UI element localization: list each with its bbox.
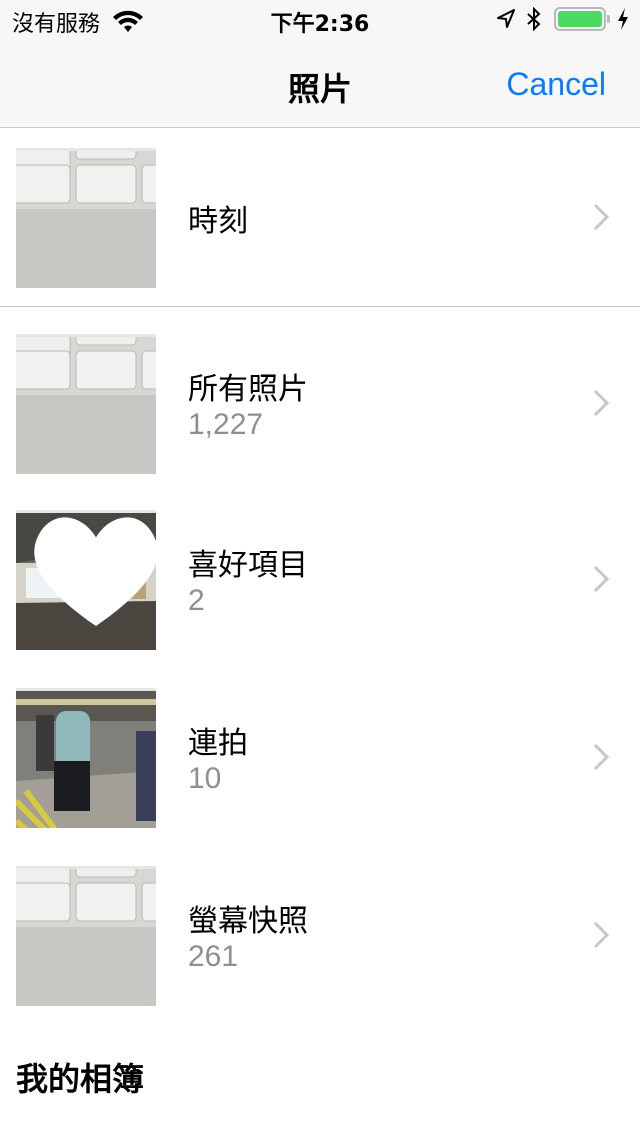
album-thumbnail xyxy=(16,866,156,1006)
album-thumbnail xyxy=(16,510,156,650)
navigation-bar: 照片 Cancel xyxy=(0,40,640,128)
album-count: 1,227 xyxy=(188,408,264,441)
album-row-screenshots[interactable]: 螢幕快照 261 xyxy=(0,846,640,1022)
moments-thumbnail xyxy=(16,148,156,288)
chevron-right-icon xyxy=(593,565,610,593)
crowd-photo xyxy=(16,691,156,828)
album-count: 261 xyxy=(188,940,239,973)
chevron-right-icon xyxy=(593,743,610,771)
album-count: 2 xyxy=(188,584,205,617)
moments-title: 時刻 xyxy=(188,204,248,239)
chevron-right-icon xyxy=(593,203,610,231)
album-title: 螢幕快照 xyxy=(188,904,308,939)
album-count: 10 xyxy=(188,762,222,795)
chevron-right-icon xyxy=(593,921,610,949)
keyboard-photo xyxy=(16,869,156,1006)
charging-bolt-icon xyxy=(618,8,628,30)
album-title: 所有照片 xyxy=(188,372,308,407)
album-thumbnail xyxy=(16,688,156,828)
section-header-my-albums: 我的相簿 xyxy=(16,1060,145,1098)
album-title: 連拍 xyxy=(188,726,248,761)
heart-icon xyxy=(34,517,156,626)
bluetooth-icon xyxy=(527,7,541,31)
battery-icon xyxy=(554,7,610,31)
album-row-bursts[interactable]: 連拍 10 xyxy=(0,668,640,844)
album-row-favorites[interactable]: 喜好項目 2 xyxy=(0,490,640,666)
album-title: 喜好項目 xyxy=(188,548,308,583)
status-bar: 沒有服務 下午2:36 xyxy=(0,0,640,40)
album-thumbnail xyxy=(16,334,156,474)
moments-row[interactable]: 時刻 xyxy=(0,128,640,304)
location-arrow-icon xyxy=(497,9,515,28)
keyboard-photo xyxy=(16,151,156,288)
cancel-button[interactable]: Cancel xyxy=(506,66,606,103)
keyboard-photo xyxy=(16,337,156,474)
chevron-right-icon xyxy=(593,389,610,417)
album-row-all-photos[interactable]: 所有照片 1,227 xyxy=(0,314,640,490)
divider xyxy=(0,306,640,307)
